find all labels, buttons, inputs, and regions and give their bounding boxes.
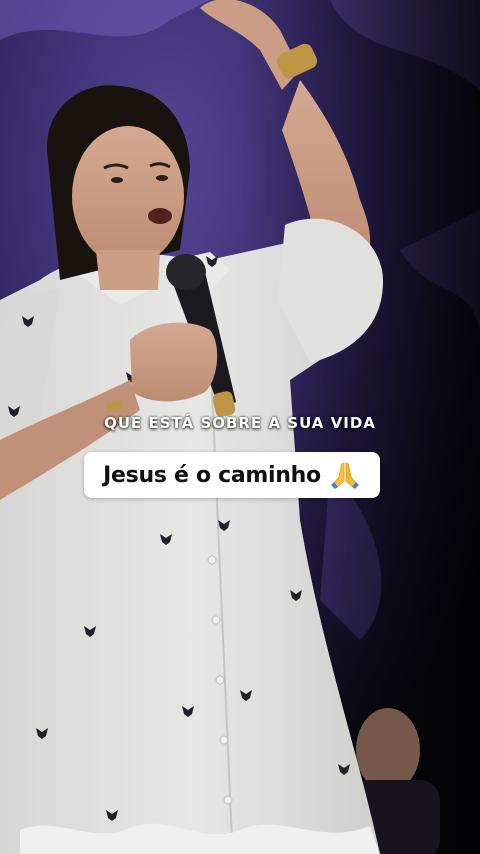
folded-hands-icon [329, 459, 361, 491]
caption-text: Jesus é o caminho [103, 462, 321, 488]
subtitle-overlay: QUE ESTÁ SOBRE A SUA VIDA [104, 414, 376, 432]
video-frame[interactable]: QUE ESTÁ SOBRE A SUA VIDA Jesus é o cami… [0, 0, 480, 854]
caption-box: Jesus é o caminho [84, 452, 380, 498]
